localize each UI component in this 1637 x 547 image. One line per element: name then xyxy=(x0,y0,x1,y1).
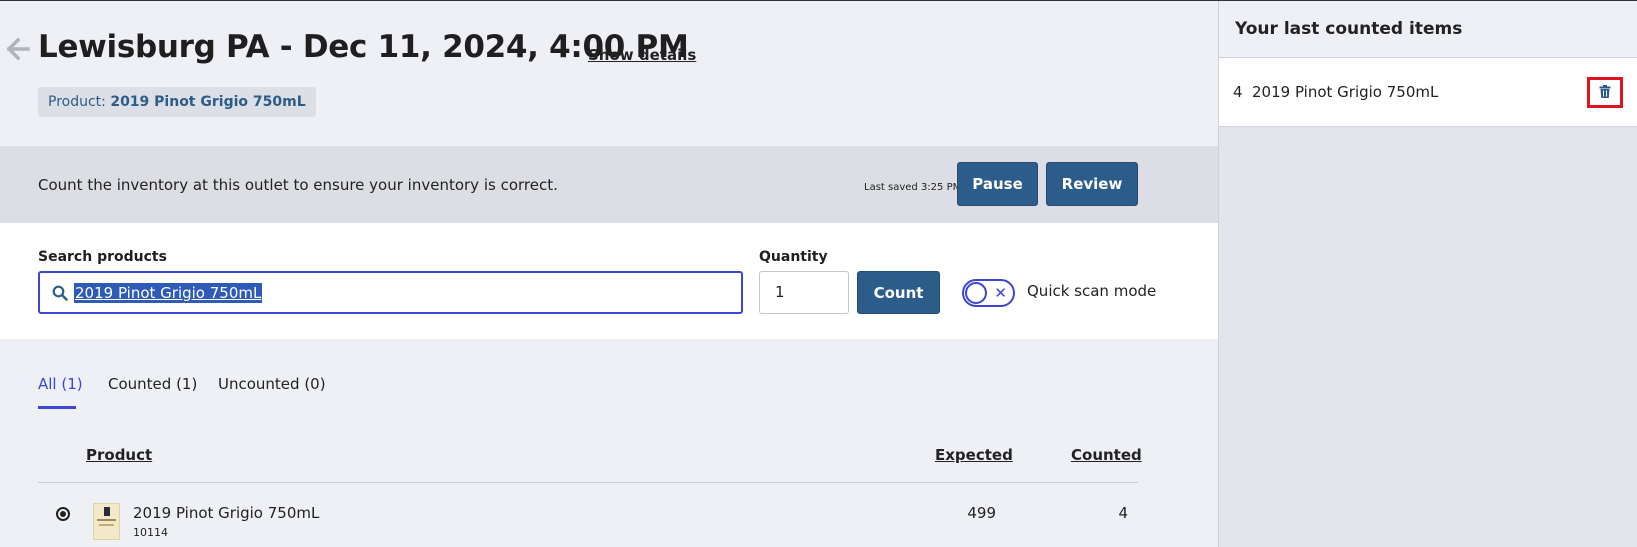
search-icon xyxy=(52,285,68,301)
delete-button[interactable] xyxy=(1587,77,1623,108)
quick-scan-label: Quick scan mode xyxy=(1027,282,1157,300)
toggle-knob xyxy=(965,282,987,304)
trash-icon xyxy=(1599,83,1611,102)
last-saved-text: Last saved 3:25 PM xyxy=(864,182,962,193)
sidebar-list-item: 4 2019 Pinot Grigio 750mL xyxy=(1219,58,1637,127)
sidebar-title: Your last counted items xyxy=(1235,19,1463,39)
count-button[interactable]: Count xyxy=(857,271,940,314)
active-tab-indicator xyxy=(38,406,76,409)
search-input-value: 2019 Pinot Grigio 750mL xyxy=(74,283,263,303)
count-description: Count the inventory at this outlet to en… xyxy=(38,176,558,194)
quantity-input[interactable]: 1 xyxy=(759,271,849,314)
quantity-label: Quantity xyxy=(759,249,828,265)
product-filter-badge: Product: 2019 Pinot Grigio 750mL xyxy=(38,87,316,117)
row-counted-value: 4 xyxy=(1118,504,1128,522)
search-products-label: Search products xyxy=(38,249,167,265)
review-button[interactable]: Review xyxy=(1046,162,1138,206)
table-header-divider xyxy=(38,482,1138,483)
column-header-product[interactable]: Product xyxy=(86,446,152,464)
search-section: Search products 2019 Pinot Grigio 750mL … xyxy=(0,223,1218,339)
sidebar-header: Your last counted items xyxy=(1219,1,1637,58)
close-icon: ✕ xyxy=(994,284,1007,302)
tab-all[interactable]: All (1) xyxy=(38,375,83,393)
row-expected-value: 499 xyxy=(967,504,996,522)
row-product-sku: 10114 xyxy=(133,526,168,539)
row-select-radio[interactable] xyxy=(56,507,70,521)
column-header-counted[interactable]: Counted xyxy=(1071,446,1142,464)
tab-counted[interactable]: Counted (1) xyxy=(108,375,197,393)
product-badge-value: 2019 Pinot Grigio 750mL xyxy=(110,94,306,110)
row-product-name: 2019 Pinot Grigio 750mL xyxy=(133,504,320,522)
main-panel: Lewisburg PA - Dec 11, 2024, 4:00 PM Sho… xyxy=(0,1,1218,547)
back-arrow-icon[interactable] xyxy=(6,37,30,61)
wine-bottle-thumbnail xyxy=(93,503,120,540)
tab-uncounted[interactable]: Uncounted (0) xyxy=(218,375,326,393)
sidebar-item-qty: 4 xyxy=(1233,83,1243,101)
quick-scan-toggle[interactable]: ✕ xyxy=(962,279,1015,307)
pause-button[interactable]: Pause xyxy=(957,162,1038,206)
search-input[interactable]: 2019 Pinot Grigio 750mL xyxy=(38,271,743,314)
product-badge-prefix: Product: xyxy=(48,94,111,110)
count-instructions-bar: Count the inventory at this outlet to en… xyxy=(0,146,1218,223)
sidebar-item-name: 2019 Pinot Grigio 750mL xyxy=(1252,83,1439,101)
show-details-link[interactable]: Show details xyxy=(588,46,696,64)
last-counted-sidebar: Your last counted items 4 2019 Pinot Gri… xyxy=(1218,1,1637,547)
column-header-expected[interactable]: Expected xyxy=(935,446,1013,464)
